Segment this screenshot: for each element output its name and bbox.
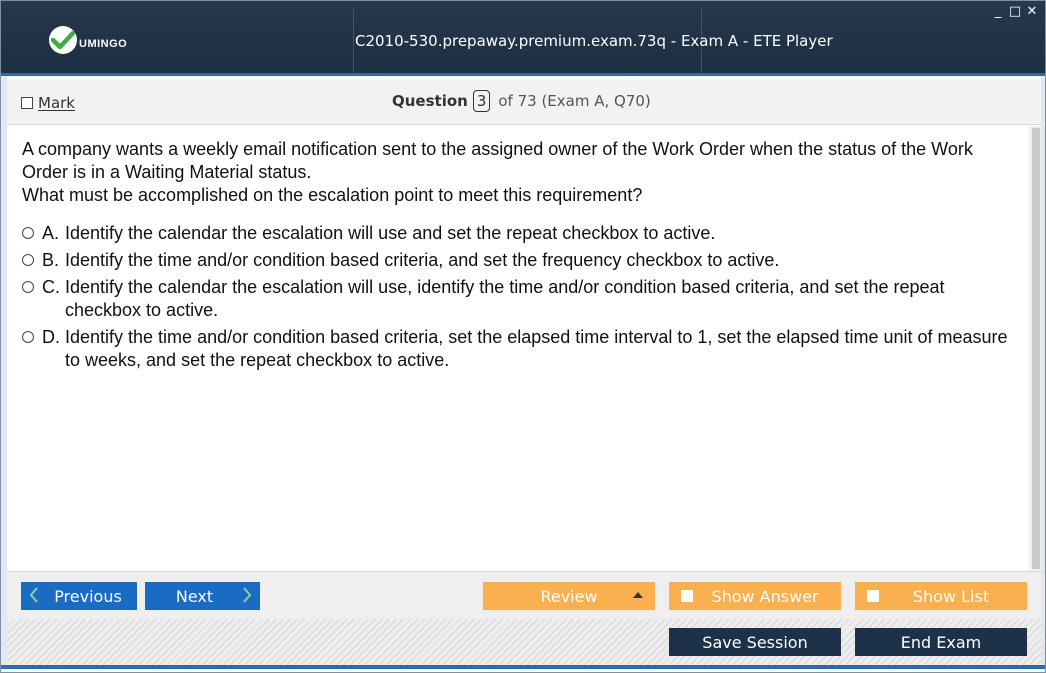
chevron-right-icon (242, 586, 252, 608)
checkbox-icon[interactable] (21, 97, 33, 109)
chevron-left-icon (29, 586, 39, 608)
session-footer: Save Session End Exam (7, 619, 1041, 665)
checkmark-logo-icon (49, 26, 77, 54)
radio-button[interactable] (22, 227, 34, 239)
next-label: Next (175, 586, 214, 606)
option-letter: C. (42, 277, 60, 297)
scrollbar-thumb[interactable] (1032, 128, 1040, 569)
question-text: A company wants a weekly email notificat… (22, 138, 1012, 207)
window-bottom-border (1, 665, 1045, 669)
answer-options: A. Identify the calendar the escalation … (22, 222, 1012, 376)
brand-name: UMINGO (79, 38, 128, 50)
radio-button[interactable] (22, 254, 34, 266)
option-letter: A. (42, 223, 60, 243)
window-edge (1041, 76, 1045, 665)
answer-option-b[interactable]: B. Identify the time and/or condition ba… (22, 249, 1012, 272)
previous-label: Previous (54, 586, 122, 606)
answer-option-d[interactable]: D. Identify the time and/or condition ba… (22, 326, 1012, 372)
option-text: Identify the calendar the escalation wil… (65, 277, 945, 320)
show-answer-button[interactable]: Show Answer (669, 582, 841, 610)
question-total: of 73 (Exam A, Q70) (498, 92, 651, 110)
show-list-button[interactable]: Show List (855, 582, 1027, 610)
option-text: Identify the time and/or condition based… (65, 250, 780, 270)
window-title: C2010-530.prepaway.premium.exam.73q - Ex… (355, 32, 833, 50)
mark-label: Mark (38, 94, 75, 112)
review-button[interactable]: Review (483, 582, 655, 610)
answer-option-c[interactable]: C. Identify the calendar the escalation … (22, 276, 1012, 322)
option-text: Identify the time and/or condition based… (65, 327, 1008, 370)
minimize-icon[interactable]: _ (991, 4, 1005, 19)
end-exam-button[interactable]: End Exam (855, 628, 1027, 656)
title-divider (353, 7, 354, 73)
next-button[interactable]: Next (145, 582, 260, 610)
window-controls: _ □ ✕ (991, 4, 1039, 19)
vumingo-logo: UMINGO (49, 25, 127, 55)
navigation-bar: Previous Next Review Show Answer Show Li… (7, 571, 1041, 619)
question-header: Mark Question 3 of 73 (Exam A, Q70) (7, 79, 1041, 125)
save-session-label: Save Session (702, 632, 808, 652)
title-bar: UMINGO C2010-530.prepaway.premium.exam.7… (1, 1, 1045, 76)
question-stem: A company wants a weekly email notificat… (22, 139, 973, 182)
show-list-label: Show List (912, 586, 990, 606)
question-content: A company wants a weekly email notificat… (7, 126, 1029, 571)
maximize-icon[interactable]: □ (1008, 4, 1022, 19)
checkbox-icon[interactable] (867, 590, 879, 602)
question-counter: Question 3 of 73 (Exam A, Q70) (392, 90, 651, 112)
review-label: Review (540, 586, 598, 606)
show-answer-label: Show Answer (711, 586, 819, 606)
radio-button[interactable] (22, 331, 34, 343)
ete-player-window: UMINGO C2010-530.prepaway.premium.exam.7… (0, 0, 1046, 673)
option-text: Identify the calendar the escalation wil… (65, 223, 716, 243)
end-exam-label: End Exam (900, 632, 982, 652)
question-label: Question (392, 92, 468, 110)
option-letter: B. (42, 250, 60, 270)
checkbox-icon[interactable] (681, 590, 693, 602)
mark-checkbox[interactable]: Mark (21, 94, 75, 112)
question-prompt: What must be accomplished on the escalat… (22, 185, 643, 205)
question-number-input[interactable]: 3 (472, 90, 491, 112)
option-letter: D. (42, 327, 60, 347)
previous-button[interactable]: Previous (21, 582, 137, 610)
close-icon[interactable]: ✕ (1025, 4, 1039, 19)
radio-button[interactable] (22, 281, 34, 293)
caret-up-icon (633, 592, 643, 598)
answer-option-a[interactable]: A. Identify the calendar the escalation … (22, 222, 1012, 245)
save-session-button[interactable]: Save Session (669, 628, 841, 656)
